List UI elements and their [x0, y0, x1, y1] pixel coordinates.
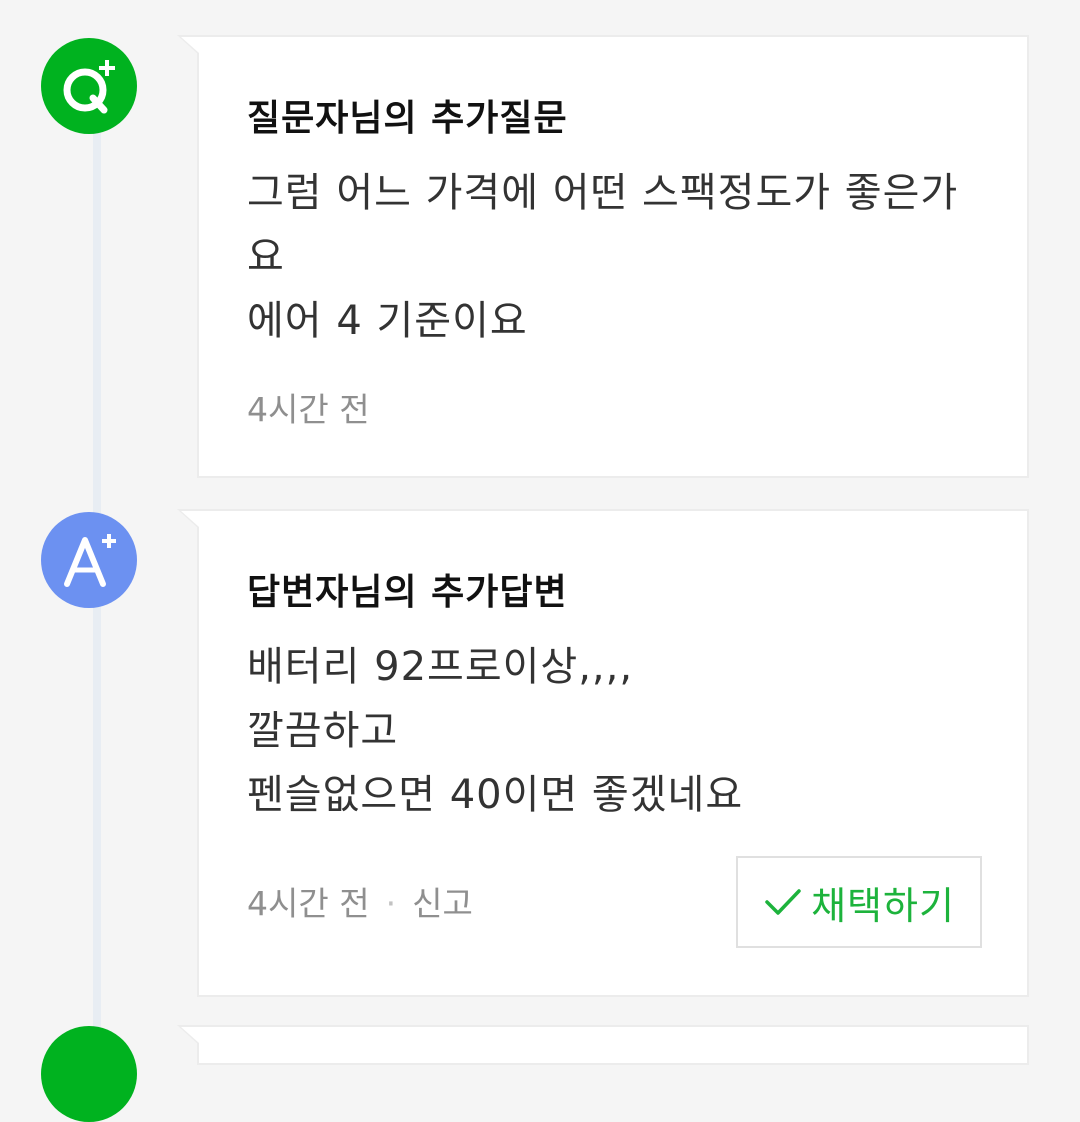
answer-meta: 4시간 전 · 신고 — [247, 877, 473, 925]
answer-timestamp: 4시간 전 — [247, 884, 370, 923]
question-line: 에어 4 기준이요 — [247, 298, 528, 344]
answer-line: 깔끔하고 — [247, 708, 399, 754]
answer-card: 답변자님의 추가답변 배터리 92프로이상,,,, 깔끔하고 펜슬없으면 40이… — [177, 509, 1029, 997]
question-line: 그럼 어느 가격에 어떤 스팩정도가 좋은가 — [247, 170, 959, 216]
q-plus-icon — [41, 38, 137, 134]
answer-title: 답변자님의 추가답변 — [247, 572, 568, 613]
report-link[interactable]: 신고 — [412, 884, 473, 923]
next-item-avatar — [41, 1026, 137, 1122]
question-body: 그럼 어느 가격에 어떤 스팩정도가 좋은가 요 에어 4 기준이요 — [247, 161, 1007, 353]
a-plus-icon — [41, 512, 137, 608]
question-meta: 4시간 전 — [247, 383, 370, 431]
adopt-button-label: 채택하기 — [811, 883, 955, 928]
check-icon — [763, 886, 803, 918]
question-timestamp: 4시간 전 — [247, 390, 370, 429]
adopt-button[interactable]: 채택하기 — [736, 856, 982, 948]
answer-body: 배터리 92프로이상,,,, 깔끔하고 펜슬없으면 40이면 좋겠네요 — [247, 635, 1007, 827]
meta-separator: · — [385, 884, 397, 923]
question-card: 질문자님의 추가질문 그럼 어느 가격에 어떤 스팩정도가 좋은가 요 에어 4… — [177, 35, 1029, 478]
question-title: 질문자님의 추가질문 — [247, 98, 568, 139]
answer-line: 배터리 92프로이상,,,, — [247, 644, 634, 690]
answer-line: 펜슬없으면 40이면 좋겠네요 — [247, 772, 744, 818]
question-line: 요 — [247, 234, 285, 280]
next-card — [177, 1025, 1029, 1065]
